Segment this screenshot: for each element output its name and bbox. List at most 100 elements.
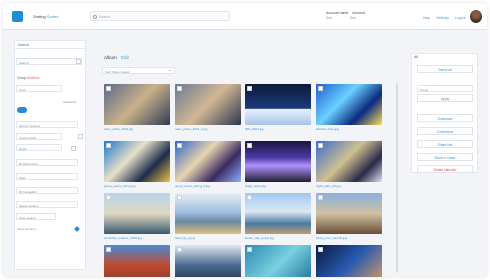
- custom-field-value: Custom field: [19, 135, 36, 140]
- tile-caption[interactable]: field_trip_a.jpg: [175, 236, 241, 240]
- filter-toggle[interactable]: [17, 107, 27, 113]
- media-tile[interactable]: [316, 245, 382, 277]
- sidebar-search-icon[interactable]: [76, 59, 81, 64]
- tile-checkbox[interactable]: [247, 195, 252, 200]
- sidebar-search-field[interactable]: Search: [16, 58, 82, 65]
- media-tile[interactable]: [245, 84, 311, 125]
- media-tile[interactable]: [175, 245, 241, 277]
- media-tile[interactable]: [104, 193, 170, 234]
- select-all-button[interactable]: Select all: [417, 65, 473, 73]
- collections-button[interactable]: Collections: [417, 127, 473, 135]
- avatar[interactable]: [470, 10, 482, 23]
- app-logo[interactable]: [12, 11, 23, 22]
- tile-caption[interactable]: workshop_outdoor_2018.jpg: [104, 236, 170, 240]
- delete-button[interactable]: Delete selected: [417, 165, 473, 173]
- filter-sidebar: Search: [14, 40, 86, 270]
- search-placeholder: Search: [99, 14, 111, 19]
- email-field-check[interactable]: [71, 146, 76, 151]
- tile-checkbox[interactable]: [318, 143, 323, 148]
- media-tile[interactable]: [175, 193, 241, 234]
- tile-caption[interactable]: beach_day_group.jpg: [245, 236, 311, 240]
- tile-caption[interactable]: night_party_03.jpg: [316, 184, 382, 188]
- group-label-text: Group: [17, 76, 27, 80]
- tile-checkbox[interactable]: [318, 247, 323, 252]
- media-tile[interactable]: [104, 84, 170, 125]
- type-select[interactable]: Type: [16, 85, 62, 92]
- group-select-value: Group: [420, 87, 429, 92]
- album-edit-link[interactable]: Edit: [121, 55, 129, 60]
- search-input[interactable]: Search: [90, 11, 230, 21]
- help-link[interactable]: Help: [423, 16, 430, 20]
- download-button[interactable]: Download: [417, 114, 473, 122]
- type-select-value: Type: [19, 87, 26, 92]
- show-all-link[interactable]: Show all items: [17, 227, 36, 231]
- uploading-field[interactable]: By Uploading: [16, 187, 78, 194]
- media-tile[interactable]: [245, 245, 311, 277]
- account-name-2: Account: [352, 11, 365, 15]
- date-field[interactable]: Date: [16, 173, 78, 180]
- tile-checkbox[interactable]: [177, 86, 182, 91]
- tile-checkbox[interactable]: [177, 143, 182, 148]
- tile-checkbox[interactable]: [106, 86, 111, 91]
- search-icon: [93, 14, 97, 19]
- grid-scrollbar[interactable]: [396, 83, 398, 273]
- media-tile[interactable]: [104, 141, 170, 182]
- group-select[interactable]: Group: [417, 85, 473, 92]
- tile-caption[interactable]: group_event_spring_2.jpg: [175, 184, 241, 188]
- tile-checkbox[interactable]: [106, 247, 111, 252]
- brand-accent: Sorted: [46, 14, 59, 19]
- photo-icon: [245, 84, 311, 125]
- tile-checkbox[interactable]: [247, 143, 252, 148]
- media-tile[interactable]: [245, 141, 311, 182]
- group-label-accent[interactable]: All items: [27, 76, 39, 80]
- media-tile[interactable]: [316, 193, 382, 234]
- tile-caption[interactable]: hiking_tour_summit.jpg: [316, 236, 382, 240]
- location-field[interactable]: Select location: [16, 201, 78, 208]
- tile-checkbox[interactable]: [106, 143, 111, 148]
- tile-caption[interactable]: team_photo_2019.jpg: [104, 127, 170, 131]
- media-tile[interactable]: [175, 141, 241, 182]
- photo-icon: [104, 141, 170, 182]
- tile-caption[interactable]: abstract_blue.jpg: [316, 127, 382, 131]
- custom-field-check[interactable]: [78, 134, 83, 139]
- save-search-button[interactable]: Save search: [16, 213, 56, 220]
- sort-select[interactable]: Sort: Date created: [102, 67, 175, 74]
- tile-caption[interactable]: IMG_0021.jpg: [245, 127, 311, 131]
- advanced-link[interactable]: Advanced: [63, 100, 76, 104]
- move-button[interactable]: Move to folder: [417, 153, 473, 161]
- tile-caption[interactable]: stage_lights.jpg: [245, 184, 311, 188]
- tile-checkbox[interactable]: [106, 195, 111, 200]
- media-tile[interactable]: [104, 245, 170, 277]
- photo-icon: [316, 84, 382, 125]
- page-title: Album Edit: [104, 55, 129, 60]
- apply-button[interactable]: Apply: [417, 94, 473, 102]
- tile-checkbox[interactable]: [247, 86, 252, 91]
- account-sub-2: Sub: [349, 16, 356, 20]
- description-field[interactable]: By Description: [16, 159, 78, 166]
- sidebar-title: Search: [15, 41, 85, 49]
- app-window: Sorting Sorted Search Account name Accou…: [3, 3, 487, 277]
- brand-name: Sorting Sorted: [33, 14, 59, 19]
- share-link-button[interactable]: Share link: [417, 140, 473, 148]
- tile-caption[interactable]: group_event_spring.jpg: [104, 184, 170, 188]
- logout-link[interactable]: Logout: [455, 16, 466, 20]
- tile-checkbox[interactable]: [318, 195, 323, 200]
- custom-field[interactable]: Custom field: [16, 133, 62, 140]
- media-tile[interactable]: [316, 84, 382, 125]
- media-tile[interactable]: [245, 193, 311, 234]
- tile-checkbox[interactable]: [247, 247, 252, 252]
- tile-caption[interactable]: team_photo_2019_b.jpg: [175, 127, 241, 131]
- sort-field[interactable]: Sort by: Newest: [16, 121, 78, 128]
- email-field[interactable]: Email: [16, 144, 62, 151]
- tile-checkbox[interactable]: [177, 247, 182, 252]
- photo-icon: [316, 245, 382, 277]
- photo-icon: [104, 193, 170, 234]
- tile-checkbox[interactable]: [177, 195, 182, 200]
- email-field-value: Email: [19, 146, 27, 151]
- media-tile[interactable]: [316, 141, 382, 182]
- bulk-panel-title: All: [414, 55, 418, 59]
- account-info[interactable]: Account name Account Sub Sub: [326, 11, 365, 21]
- settings-link[interactable]: Settings: [436, 16, 449, 20]
- media-tile[interactable]: [175, 84, 241, 125]
- tile-checkbox[interactable]: [318, 86, 323, 91]
